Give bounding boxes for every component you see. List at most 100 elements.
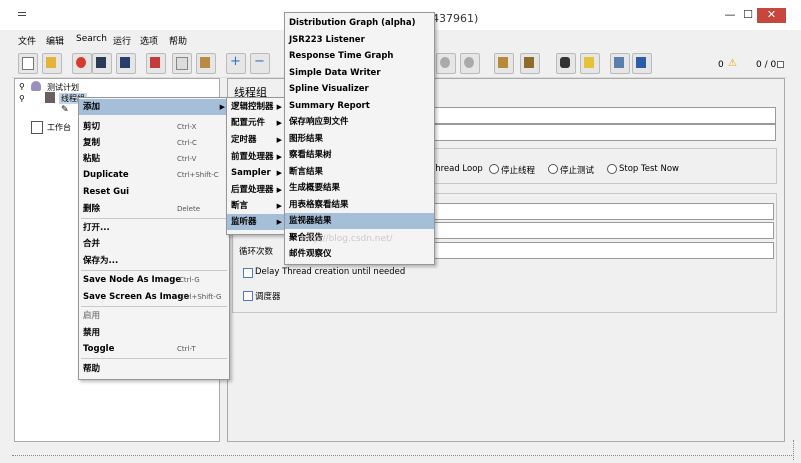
submenu-item-label: 定时器	[231, 135, 257, 145]
listener-view-results-table[interactable]: 用表格察看结果	[285, 197, 434, 213]
listener-monitor-results[interactable]: 监视器结果	[285, 213, 434, 229]
listener-mailer-visualizer[interactable]: 邮件观察仪	[285, 246, 434, 262]
menu-edit[interactable]: 编辑	[46, 34, 64, 47]
close-button[interactable]: ✕	[757, 8, 786, 23]
radio-label-stop-test: 停止测试	[560, 166, 595, 176]
listener-view-results-tree[interactable]: 察看结果树	[285, 147, 434, 163]
submenu-item-timer[interactable]: 定时器 ▶	[227, 132, 286, 148]
menu-item-cut[interactable]: 剪切 Ctrl-X	[79, 119, 229, 135]
number-of-threads-field[interactable]	[430, 203, 774, 220]
submenu-item-logic-controller[interactable]: 逻辑控制器 ▶	[227, 99, 286, 115]
menu-help[interactable]: 帮助	[169, 34, 187, 47]
menu-item-help[interactable]: 帮助	[79, 361, 229, 377]
menu-options[interactable]: 选项	[140, 34, 158, 47]
menu-item-add[interactable]: 添加 ▶	[79, 99, 229, 115]
tree-expander-icon[interactable]: ⚲	[19, 82, 25, 91]
listener-jsr223[interactable]: JSR223 Listener	[285, 32, 434, 48]
menu-separator	[81, 270, 227, 271]
menu-item-paste[interactable]: 粘贴 Ctrl-V	[79, 151, 229, 167]
scheduler-checkbox[interactable]	[243, 291, 253, 301]
clear-icon[interactable]	[494, 53, 514, 74]
menu-item-save-as[interactable]: 保存为...	[79, 253, 229, 269]
submenu-arrow-icon: ▶	[276, 103, 282, 111]
add-submenu: 逻辑控制器 ▶ 配置元件 ▶ 定时器 ▶ 前置处理器 ▶ Sampler ▶ 后置处理器 ▶…	[226, 97, 287, 235]
menu-item-reset-gui[interactable]: Reset Gui	[79, 184, 229, 200]
listener-distribution-graph[interactable]: Distribution Graph (alpha)	[285, 15, 434, 31]
status-indicator	[777, 61, 784, 68]
ramp-up-field[interactable]	[430, 222, 774, 239]
menu-separator	[81, 358, 227, 359]
menu-item-open[interactable]: 打开...	[79, 220, 229, 236]
remote-stop-icon[interactable]	[460, 53, 480, 74]
menu-item-save-screen-image[interactable]: Save Screen As Image Ctrl+Shift-G	[79, 289, 229, 305]
stop-thread-radio[interactable]	[489, 164, 499, 174]
thread-count: 0 / 0	[756, 60, 777, 70]
listener-assertion-results[interactable]: 断言结果	[285, 164, 434, 180]
copy-icon[interactable]	[172, 53, 192, 74]
tree-expander-icon[interactable]: ⚲	[19, 94, 25, 103]
stop-test-now-radio[interactable]	[607, 164, 617, 174]
menu-item-copy[interactable]: 复制 Ctrl-C	[79, 135, 229, 151]
submenu-item-assertion[interactable]: 断言 ▶	[227, 198, 286, 214]
menu-item-save-node-image[interactable]: Save Node As Image Ctrl-G	[79, 272, 229, 288]
listener-response-time-graph[interactable]: Response Time Graph	[285, 48, 434, 64]
scheduler-label: 调度器	[255, 292, 281, 302]
save-icon[interactable]	[92, 53, 112, 74]
window-edge	[12, 455, 792, 456]
open-icon[interactable]	[72, 53, 92, 74]
tree-node-workbench[interactable]: 工作台	[47, 122, 71, 133]
radio-label-thread-loop: Thread Loop	[430, 164, 483, 174]
menu-item-label: 禁用	[83, 328, 101, 338]
delay-thread-checkbox[interactable]	[243, 268, 253, 278]
paste-icon[interactable]	[196, 53, 216, 74]
submenu-item-label: 断言	[231, 201, 249, 211]
listener-graph-results[interactable]: 图形结果	[285, 131, 434, 147]
comments-field[interactable]	[430, 124, 776, 141]
system-menu-icon[interactable]	[18, 10, 26, 18]
menu-item-delete[interactable]: 删除 Delete	[79, 201, 229, 217]
name-field[interactable]	[430, 107, 776, 124]
templates-icon[interactable]	[42, 53, 62, 74]
menu-file[interactable]: 文件	[18, 34, 36, 47]
menu-item-toggle[interactable]: Toggle Ctrl-T	[79, 341, 229, 357]
menu-item-merge[interactable]: 合并	[79, 236, 229, 252]
new-icon[interactable]	[18, 53, 38, 74]
listener-save-responses[interactable]: 保存响应到文件	[285, 114, 434, 130]
remote-start-icon[interactable]	[436, 53, 456, 74]
window-edge	[793, 440, 794, 460]
menu-run[interactable]: 运行	[113, 34, 131, 47]
submenu-item-post-processor[interactable]: 后置处理器 ▶	[227, 182, 286, 198]
submenu-item-listener[interactable]: 监听器 ▶	[227, 214, 286, 230]
menu-item-duplicate[interactable]: Duplicate Ctrl+Shift-C	[79, 167, 229, 183]
help-icon[interactable]	[632, 53, 652, 74]
submenu-item-sampler[interactable]: Sampler ▶	[227, 165, 286, 181]
expand-icon[interactable]: +	[226, 53, 246, 74]
cut-icon[interactable]	[146, 53, 166, 74]
loop-count-label: 循环次数	[239, 247, 274, 257]
pencil-icon: ✎	[61, 105, 69, 115]
menu-item-shortcut: Ctrl+Shift-G	[179, 293, 222, 301]
listener-simple-data-writer[interactable]: Simple Data Writer	[285, 65, 434, 81]
menu-item-label: 启用	[83, 311, 101, 321]
reset-search-icon[interactable]	[580, 53, 600, 74]
test-plan-icon	[31, 81, 41, 91]
warning-icon[interactable]: ⚠	[728, 58, 737, 69]
loop-count-field[interactable]	[430, 242, 774, 259]
stop-test-radio[interactable]	[548, 164, 558, 174]
function-helper-icon[interactable]	[610, 53, 630, 74]
submenu-item-config-element[interactable]: 配置元件 ▶	[227, 115, 286, 131]
clear-all-icon[interactable]	[520, 53, 540, 74]
listener-summary-report[interactable]: Summary Report	[285, 98, 434, 114]
menu-item-label: Toggle	[83, 344, 115, 354]
menu-item-disable[interactable]: 禁用	[79, 325, 229, 341]
search-icon[interactable]	[556, 53, 576, 74]
submenu-item-pre-processor[interactable]: 前置处理器 ▶	[227, 149, 286, 165]
save-as-icon[interactable]	[116, 53, 136, 74]
collapse-icon[interactable]: −	[250, 53, 270, 74]
listener-generate-summary[interactable]: 生成概要结果	[285, 180, 434, 196]
menu-search[interactable]: Search	[76, 34, 107, 44]
minimize-button[interactable]: —	[720, 8, 740, 22]
maximize-button[interactable]: ☐	[738, 8, 758, 22]
menu-item-shortcut: Ctrl-C	[177, 139, 197, 147]
listener-spline-visualizer[interactable]: Spline Visualizer	[285, 81, 434, 97]
